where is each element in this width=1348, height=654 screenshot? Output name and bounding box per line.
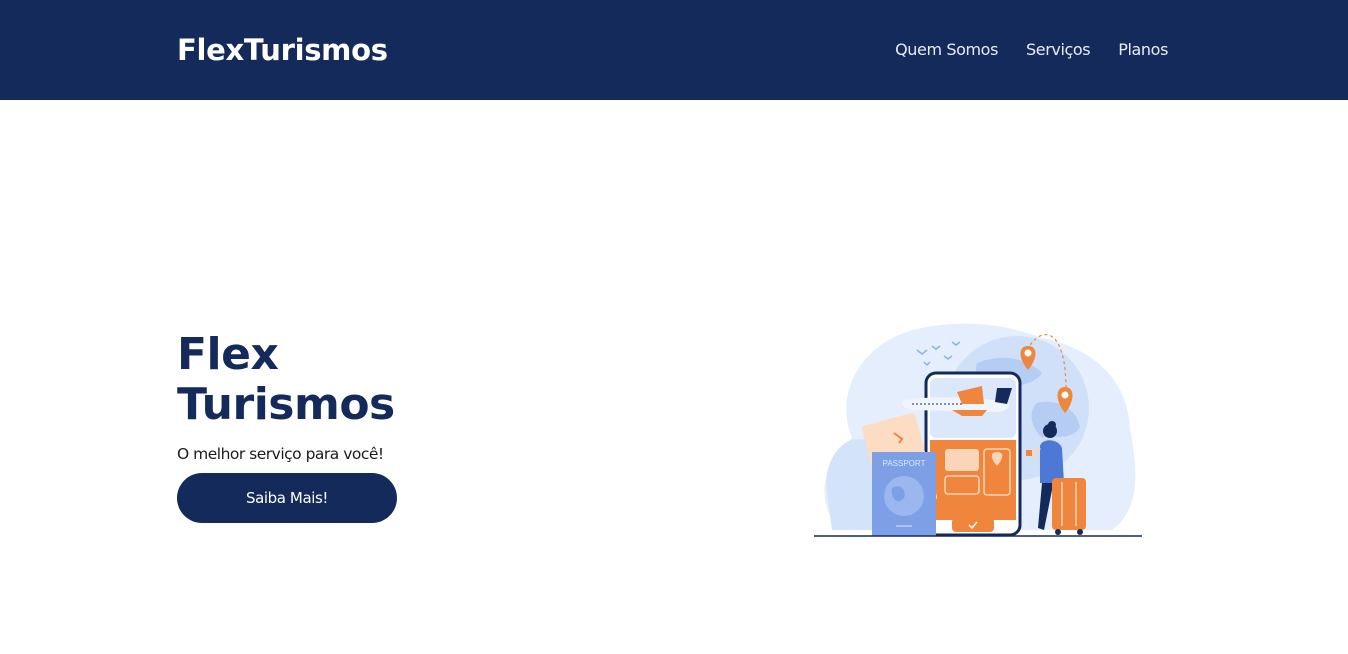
nav-menu: Quem Somos Serviços Planos bbox=[895, 38, 1168, 62]
hero-title-line-2: Turismos bbox=[177, 379, 395, 430]
travel-illustration: PASSPORT bbox=[814, 323, 1142, 537]
nav-link-planos[interactable]: Planos bbox=[1118, 38, 1168, 62]
hero-title-line-1: Flex bbox=[177, 329, 279, 380]
navbar: FlexTurismos Quem Somos Serviços Planos bbox=[0, 0, 1348, 100]
passport-icon: PASSPORT bbox=[872, 452, 936, 536]
hero-subtitle: O melhor serviço para você! bbox=[177, 445, 384, 463]
passport-label: PASSPORT bbox=[883, 459, 926, 468]
nav-link-servicos[interactable]: Serviços bbox=[1026, 38, 1091, 62]
nav-link-quem-somos[interactable]: Quem Somos bbox=[895, 38, 998, 62]
saiba-mais-button[interactable]: Saiba Mais! bbox=[177, 473, 397, 523]
suitcase-icon bbox=[1052, 478, 1086, 535]
hero-title: Flex Turismos bbox=[177, 330, 437, 430]
brand-logo[interactable]: FlexTurismos bbox=[177, 30, 388, 70]
